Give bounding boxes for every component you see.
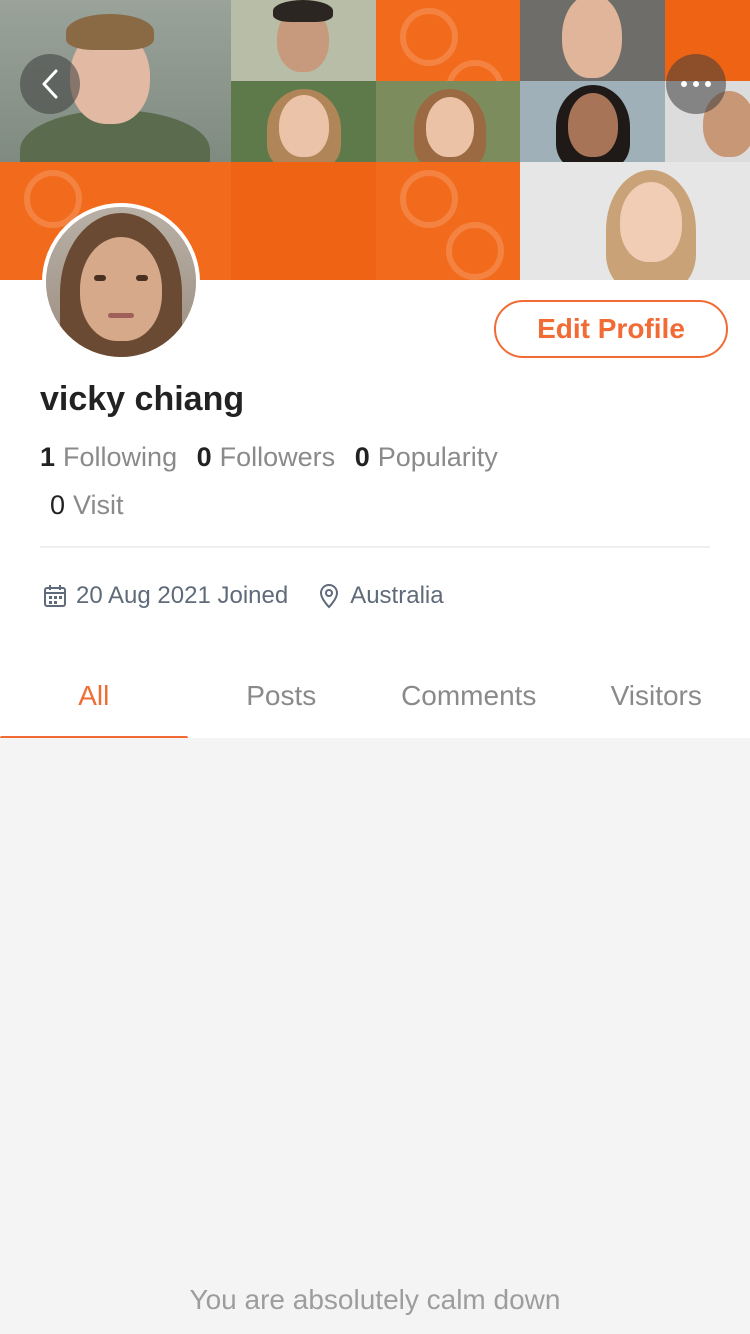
cover-photo <box>231 81 376 162</box>
more-options-button[interactable] <box>666 54 726 114</box>
popularity-count: 0 <box>354 442 370 472</box>
tab-all[interactable]: All <box>0 656 188 740</box>
profile-name: vicky chiang <box>40 380 245 418</box>
profile-meta: 20 Aug 2021 Joined Australia <box>42 582 444 610</box>
edit-profile-button[interactable]: Edit Profile <box>494 300 728 358</box>
followers-count: 0 <box>196 442 212 472</box>
cover-photo <box>520 162 750 280</box>
cover-photo <box>231 0 376 81</box>
tab-comments[interactable]: Comments <box>375 656 563 738</box>
calendar-icon <box>44 585 66 607</box>
tab-content-area <box>0 738 750 1334</box>
chevron-left-icon <box>42 69 58 99</box>
visit-stat: 0 Visit <box>50 490 124 521</box>
visit-count: 0 <box>50 490 66 520</box>
profile-avatar[interactable] <box>42 203 200 361</box>
cover-pattern-tile <box>376 0 520 81</box>
popularity-stat: 0 Popularity <box>355 442 498 472</box>
more-horizontal-icon <box>681 81 711 87</box>
visit-label: Visit <box>73 490 124 520</box>
following-label: Following <box>63 442 178 472</box>
cover-photo <box>520 81 665 162</box>
cover-photo <box>376 81 520 162</box>
popularity-label: Popularity <box>377 442 498 472</box>
following-stat[interactable]: 1 Following <box>40 442 177 472</box>
profile-stats: 1 Following 0 Followers 0 Popularity <box>40 442 510 473</box>
cover-pattern-tile <box>376 162 520 280</box>
tab-posts[interactable]: Posts <box>188 656 376 738</box>
profile-tabs: All Posts Comments Visitors <box>0 656 750 740</box>
location: Australia <box>350 582 444 609</box>
divider <box>40 546 710 548</box>
joined-date: 20 Aug 2021 Joined <box>76 582 289 609</box>
cover-pattern-tile <box>231 162 376 280</box>
back-button[interactable] <box>20 54 80 114</box>
followers-stat[interactable]: 0 Followers <box>197 442 336 472</box>
followers-label: Followers <box>219 442 336 472</box>
tab-visitors[interactable]: Visitors <box>563 656 750 738</box>
empty-state-message: You are absolutely calm down <box>189 1284 561 1315</box>
following-count: 1 <box>40 442 56 472</box>
location-pin-icon <box>320 583 339 609</box>
cover-photo <box>520 0 665 81</box>
